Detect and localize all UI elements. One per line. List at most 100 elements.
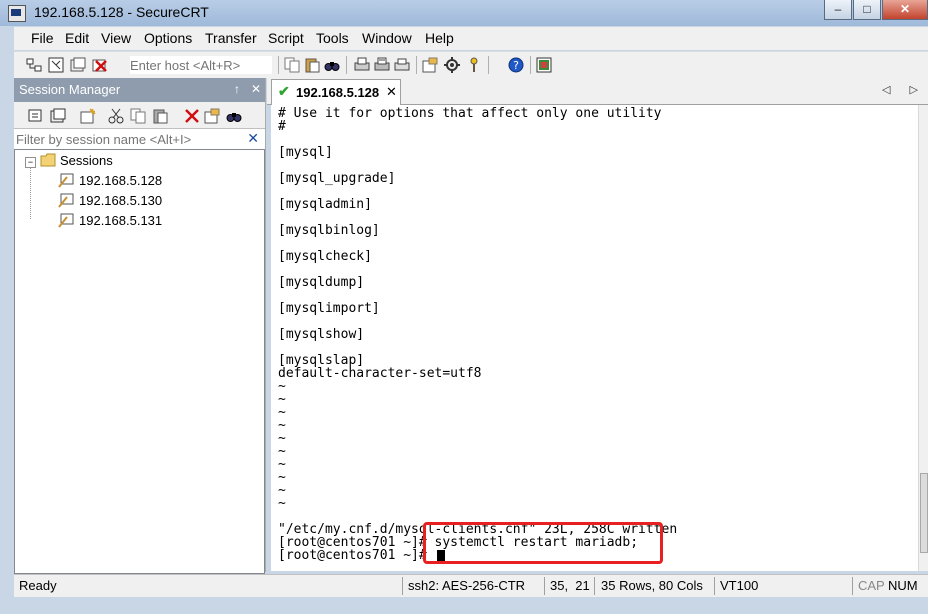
session-filter-bar: ✕ xyxy=(14,128,265,149)
terminal-line: [mysqlimport] xyxy=(278,301,380,316)
print-icon[interactable] xyxy=(394,57,410,73)
menu-transfer[interactable]: Transfer xyxy=(205,30,257,46)
cut-icon[interactable] xyxy=(108,108,124,124)
menu-edit[interactable]: Edit xyxy=(65,30,89,46)
session-tree: − Sessions 192.168.5.128 192.168.5.130 1… xyxy=(14,149,265,574)
terminal-line: [mysqlbinlog] xyxy=(278,223,380,238)
status-bar: Ready ssh2: AES-256-CTR 35, 21 35 Rows, … xyxy=(14,574,928,597)
securecrt-window: 192.168.5.128 - SecureCRT – □ ✕ File Edi… xyxy=(0,0,928,614)
tree-folder-sessions[interactable]: Sessions xyxy=(60,153,113,168)
terminal-line: ~ xyxy=(278,496,286,511)
find-icon[interactable] xyxy=(324,57,340,73)
status-separator xyxy=(714,577,715,595)
securecrt-app-icon[interactable] xyxy=(8,5,26,22)
connect-session-icon[interactable] xyxy=(28,108,44,124)
properties-icon[interactable] xyxy=(204,108,220,124)
menu-help[interactable]: Help xyxy=(425,30,454,46)
terminal-line: # xyxy=(278,119,286,134)
help-icon[interactable]: ? xyxy=(508,57,524,73)
delete-icon[interactable] xyxy=(184,108,200,124)
minimize-button[interactable]: – xyxy=(824,0,852,20)
copy-session-icon[interactable] xyxy=(130,108,146,124)
terminal-line: [mysql] xyxy=(278,145,333,160)
disconnect-icon[interactable] xyxy=(92,57,108,73)
terminal-line: [root@centos701 ~]# xyxy=(278,548,435,563)
print-selection-icon[interactable] xyxy=(374,57,390,73)
connect-tab-session-icon[interactable] xyxy=(50,108,66,124)
clear-filter-icon[interactable]: ✕ xyxy=(247,130,259,147)
global-options-icon[interactable] xyxy=(444,57,460,73)
enter-host-input[interactable] xyxy=(130,56,272,74)
sftp-icon[interactable] xyxy=(536,57,552,73)
session-icon xyxy=(58,173,74,188)
terminal-line: [mysqlshow] xyxy=(278,327,365,342)
paste-icon[interactable] xyxy=(304,57,320,73)
status-ready: Ready xyxy=(19,578,57,593)
status-emulation: VT100 xyxy=(720,578,759,593)
terminal-line: default-character-set=utf8 xyxy=(278,366,482,381)
find-session-icon[interactable] xyxy=(226,108,242,124)
terminal-line: [mysqladmin] xyxy=(278,197,372,212)
session-manager-header: Session Manager ↑ ✕ xyxy=(14,78,265,102)
connected-check-icon: ✔ xyxy=(278,83,290,99)
connect-in-tab-icon[interactable] xyxy=(70,57,86,73)
menu-file[interactable]: File xyxy=(31,30,54,46)
status-caps-lock: CAP xyxy=(858,578,885,593)
highlight-annotation-box xyxy=(423,522,663,564)
session-manager-title: Session Manager xyxy=(19,82,121,97)
status-rows-cols: 35 Rows, 80 Cols xyxy=(601,578,703,593)
toolbar-separator xyxy=(346,56,347,74)
paste-session-icon[interactable] xyxy=(152,108,168,124)
quick-connect-icon[interactable] xyxy=(48,57,64,73)
panel-close-icon[interactable]: ✕ xyxy=(251,82,261,96)
session-icon xyxy=(58,193,74,208)
scrollbar-thumb[interactable] xyxy=(920,473,928,553)
tree-item-session[interactable]: 192.168.5.128 xyxy=(79,173,162,188)
connect-icon[interactable] xyxy=(26,57,42,73)
session-filter-input[interactable] xyxy=(16,131,241,147)
session-options-icon[interactable] xyxy=(422,57,438,73)
pin-icon[interactable]: ↑ xyxy=(234,82,240,96)
tab-scroll-arrows[interactable]: ◁ ▷ xyxy=(882,83,926,96)
status-separator xyxy=(402,577,403,595)
keymap-icon[interactable] xyxy=(466,57,482,73)
title-bar[interactable]: 192.168.5.128 - SecureCRT – □ ✕ xyxy=(0,0,928,26)
terminal-scrollbar[interactable] xyxy=(918,105,928,571)
session-tab-bar: ✔ 192.168.5.128 ✕ ◁ ▷ xyxy=(267,78,928,105)
tree-item-session[interactable]: 192.168.5.131 xyxy=(79,213,162,228)
toolbar-separator xyxy=(278,56,279,74)
terminal-view[interactable]: # Use it for options that affect only on… xyxy=(271,105,918,571)
close-button[interactable]: ✕ xyxy=(882,0,928,20)
new-session-icon[interactable] xyxy=(80,108,96,124)
tab-close-icon[interactable]: ✕ xyxy=(386,84,397,100)
tree-item-session[interactable]: 192.168.5.130 xyxy=(79,193,162,208)
tab-192-168-5-128[interactable]: ✔ 192.168.5.128 ✕ xyxy=(271,79,401,105)
status-separator xyxy=(594,577,595,595)
maximize-button[interactable]: □ xyxy=(853,0,881,20)
window-frame-left xyxy=(0,26,14,614)
window-title: 192.168.5.128 - SecureCRT xyxy=(34,4,209,20)
status-cursor-position: 35, 21 xyxy=(550,578,590,593)
session-icon xyxy=(58,213,74,228)
terminal-line: [mysql_upgrade] xyxy=(278,171,396,186)
toolbar-separator xyxy=(530,56,531,74)
status-separator xyxy=(544,577,545,595)
session-manager-panel: Session Manager ↑ ✕ ✕ − Sessions 192.168… xyxy=(14,78,266,574)
session-manager-toolbar xyxy=(14,103,265,127)
menu-view[interactable]: View xyxy=(101,30,131,46)
status-protocol: ssh2: AES-256-CTR xyxy=(408,578,526,593)
toolbar-separator xyxy=(416,56,417,74)
menu-options[interactable]: Options xyxy=(144,30,192,46)
svg-text:?: ? xyxy=(513,59,519,72)
terminal-line: [mysqlcheck] xyxy=(278,249,372,264)
terminal-line: # Use it for options that affect only on… xyxy=(278,106,662,121)
status-num-lock: NUM xyxy=(888,578,918,593)
status-separator xyxy=(852,577,853,595)
menu-script[interactable]: Script xyxy=(268,30,304,46)
copy-icon[interactable] xyxy=(284,57,300,73)
print-screen-icon[interactable] xyxy=(354,57,370,73)
terminal-line: [mysqldump] xyxy=(278,275,365,290)
menu-window[interactable]: Window xyxy=(362,30,412,46)
main-toolbar: ? xyxy=(14,51,928,78)
menu-tools[interactable]: Tools xyxy=(316,30,349,46)
